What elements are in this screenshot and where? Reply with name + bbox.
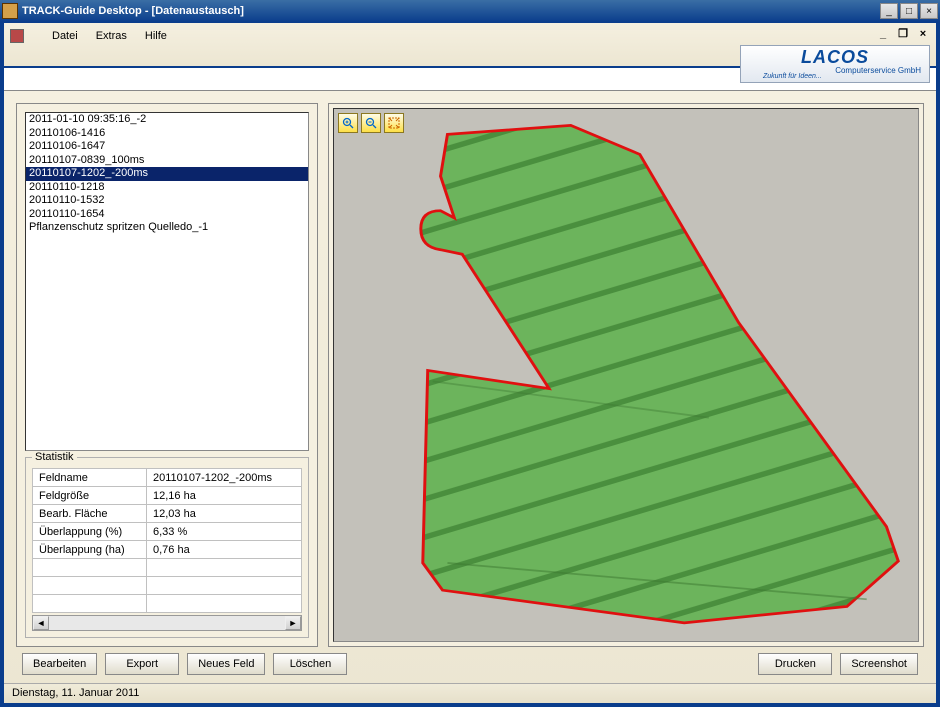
logo-main: LACOS <box>801 48 869 66</box>
bearbeiten-button[interactable]: Bearbeiten <box>22 653 97 675</box>
stats-row: Feldgröße12,16 ha <box>33 487 302 505</box>
mdi-restore-button[interactable]: ❐ <box>896 27 910 40</box>
menu-extras[interactable]: Extras <box>96 30 127 42</box>
stats-value: 12,16 ha <box>147 487 302 505</box>
stats-value: 0,76 ha <box>147 541 302 559</box>
list-item[interactable]: 20110107-0839_100ms <box>26 154 308 168</box>
statusbar: Dienstag, 11. Januar 2011 <box>4 683 936 703</box>
maximize-button[interactable]: □ <box>900 3 918 19</box>
export-button[interactable]: Export <box>105 653 179 675</box>
stats-value <box>147 559 302 577</box>
menu-app-icon <box>10 29 24 43</box>
stats-label: Bearb. Fläche <box>33 505 147 523</box>
stats-label <box>33 559 147 577</box>
map-toolbar <box>338 113 404 133</box>
stats-row: Überlappung (ha)0,76 ha <box>33 541 302 559</box>
screenshot-button[interactable]: Screenshot <box>840 653 918 675</box>
stats-value <box>147 595 302 613</box>
stats-label <box>33 577 147 595</box>
stats-label: Feldgröße <box>33 487 147 505</box>
scroll-left-button[interactable]: ◄ <box>33 616 49 630</box>
list-item[interactable]: 20110110-1654 <box>26 208 308 222</box>
stats-row: Überlappung (%)6,33 % <box>33 523 302 541</box>
stats-value: 20110107-1202_-200ms <box>147 469 302 487</box>
stats-row <box>33 577 302 595</box>
bottom-button-bar: Bearbeiten Export Neues Feld Löschen Dru… <box>22 653 918 675</box>
map-panel <box>328 103 924 647</box>
zoom-out-button[interactable] <box>361 113 381 133</box>
stats-label: Feldname <box>33 469 147 487</box>
list-item[interactable]: 20110107-1202_-200ms <box>26 167 308 181</box>
menu-hilfe[interactable]: Hilfe <box>145 30 167 42</box>
field-boundary <box>421 125 898 623</box>
titlebar: TRACK-Guide Desktop - [Datenaustausch] _… <box>0 0 940 22</box>
stats-row <box>33 559 302 577</box>
zoom-in-button[interactable] <box>338 113 358 133</box>
list-item[interactable]: Pflanzenschutz spritzen Quelledo_-1 <box>26 221 308 235</box>
mdi-close-button[interactable]: × <box>916 28 930 40</box>
stats-row <box>33 595 302 613</box>
minimize-button[interactable]: _ <box>880 3 898 19</box>
zoom-out-icon <box>365 117 377 129</box>
scroll-right-button[interactable]: ► <box>285 616 301 630</box>
loeschen-button[interactable]: Löschen <box>273 653 347 675</box>
list-item[interactable]: 20110110-1218 <box>26 181 308 195</box>
menu-datei[interactable]: Datei <box>52 30 78 42</box>
scroll-track[interactable] <box>49 616 285 630</box>
logo-tag: Zukunft für Ideen... <box>763 73 822 80</box>
stats-label: Überlappung (%) <box>33 523 147 541</box>
app-icon <box>2 3 18 19</box>
mdi-minimize-button[interactable]: _ <box>876 28 890 40</box>
stats-value <box>147 577 302 595</box>
stats-hscroll[interactable]: ◄ ► <box>32 615 302 631</box>
fit-icon <box>388 117 400 129</box>
status-date: Dienstag, 11. Januar 2011 <box>12 687 139 699</box>
stats-value: 12,03 ha <box>147 505 302 523</box>
stats-label <box>33 595 147 613</box>
list-item[interactable]: 20110106-1647 <box>26 140 308 154</box>
neues-feld-button[interactable]: Neues Feld <box>187 653 265 675</box>
list-item[interactable]: 2011-01-10 09:35:16_-2 <box>26 113 308 127</box>
record-listbox[interactable]: 2011-01-10 09:35:16_-220110106-141620110… <box>25 112 309 451</box>
field-map <box>334 109 918 641</box>
list-item[interactable]: 20110106-1416 <box>26 127 308 141</box>
stats-group: Statistik Feldname20110107-1202_-200msFe… <box>25 457 309 638</box>
list-item[interactable]: 20110110-1532 <box>26 194 308 208</box>
stats-row: Feldname20110107-1202_-200ms <box>33 469 302 487</box>
stats-label: Überlappung (ha) <box>33 541 147 559</box>
stats-value: 6,33 % <box>147 523 302 541</box>
stats-table: Feldname20110107-1202_-200msFeldgröße12,… <box>32 468 302 613</box>
logo-sub: Computerservice GmbH <box>835 66 921 75</box>
drucken-button[interactable]: Drucken <box>758 653 832 675</box>
stats-row: Bearb. Fläche12,03 ha <box>33 505 302 523</box>
zoom-fit-button[interactable] <box>384 113 404 133</box>
window-title: TRACK-Guide Desktop - [Datenaustausch] <box>22 5 880 17</box>
stats-legend: Statistik <box>32 451 77 463</box>
zoom-in-icon <box>342 117 354 129</box>
close-button[interactable]: × <box>920 3 938 19</box>
logo: LACOS Computerservice GmbH Zukunft für I… <box>740 45 930 83</box>
left-panel: 2011-01-10 09:35:16_-220110106-141620110… <box>16 103 318 647</box>
map-canvas[interactable] <box>333 108 919 642</box>
